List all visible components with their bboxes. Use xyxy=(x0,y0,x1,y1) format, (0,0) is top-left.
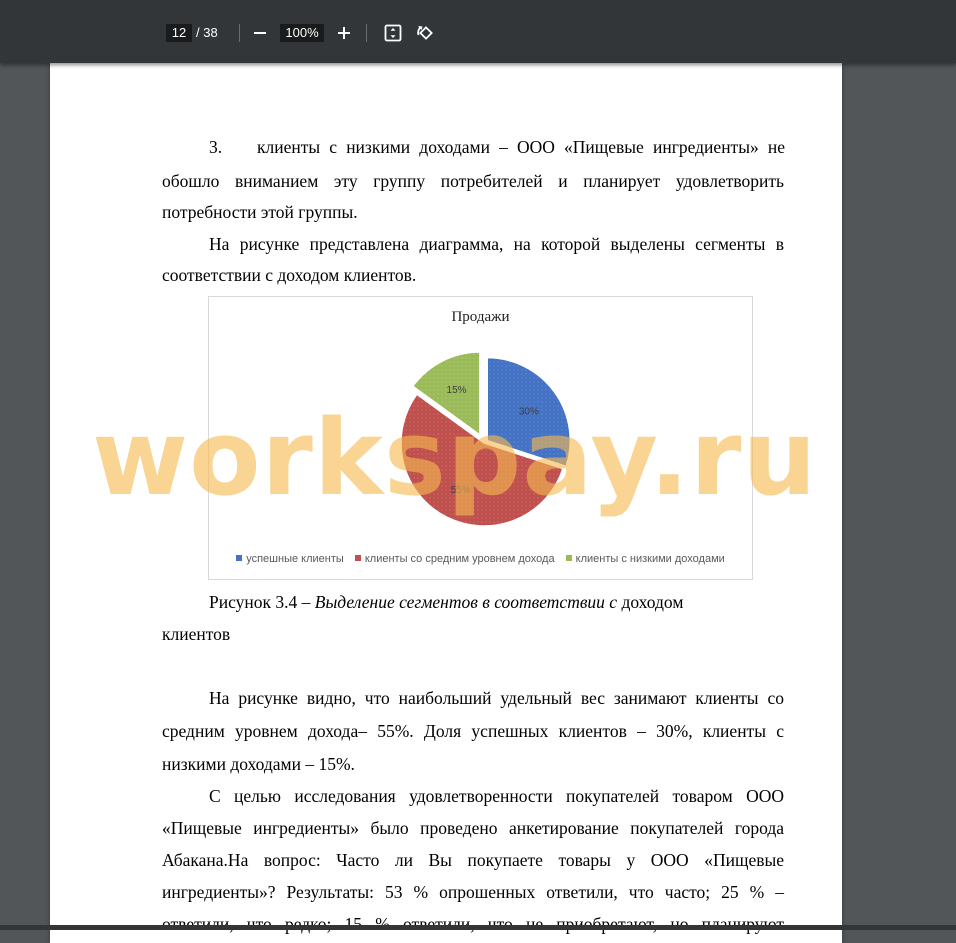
paragraph-line: На рисунке видно, что наибольший удельны… xyxy=(209,688,784,708)
rotate-icon[interactable] xyxy=(414,22,436,44)
pie-chart-svg: 30% 55% 15% xyxy=(400,351,571,527)
zoom-out-icon[interactable] xyxy=(249,22,271,44)
figure-caption-line: клиентов xyxy=(162,624,231,644)
caption-italic: Выделение сегментов в соответствии с xyxy=(314,592,618,612)
fit-to-page-icon[interactable] xyxy=(382,22,404,44)
paragraph-line: Абакана.На вопрос: Часто ли Вы покупаете… xyxy=(162,850,784,870)
caption-prefix: Рисунок 3.4 – xyxy=(209,592,315,612)
toolbar-divider xyxy=(366,24,367,42)
pie-data-label: 15% xyxy=(447,385,467,396)
bottom-bar xyxy=(0,925,956,930)
legend-swatch xyxy=(236,555,243,561)
pdf-page: 3. клиенты с низкими доходами – ООО «Пищ… xyxy=(50,63,842,943)
paragraph-line: клиенты с низкими доходами – ООО «Пищевы… xyxy=(257,137,785,157)
legend-label: успешные клиенты xyxy=(246,553,344,565)
pie-data-label: 30% xyxy=(519,406,539,417)
page-total: / 38 xyxy=(196,25,218,40)
caption-suffix: доходом xyxy=(617,592,684,612)
legend-label: клиенты со средним уровнем дохода xyxy=(364,553,555,565)
legend-swatch xyxy=(354,555,361,561)
paragraph-line: На рисунке представлена диаграмма, на ко… xyxy=(209,234,784,254)
paragraph-line: средним уровнем дохода– 55%. Доля успешн… xyxy=(162,721,784,741)
legend-item: клиенты со средним уровнем дохода xyxy=(354,553,555,565)
paragraph-line: низкими доходами – 15%. xyxy=(162,754,355,774)
figure-caption: Рисунок 3.4 – Выделение сегментов в соот… xyxy=(209,592,683,613)
toolbar-divider xyxy=(239,24,240,42)
chart-legend: успешные клиенты клиенты со средним уров… xyxy=(209,553,752,565)
paragraph-line: обошло вниманием эту группу потребителей… xyxy=(162,171,784,191)
pdf-toolbar: 12 / 38 100% xyxy=(0,0,956,63)
paragraph-line: соответствии с доходом клиентов. xyxy=(162,265,417,285)
paragraph-line: потребности этой группы. xyxy=(162,202,358,222)
legend-item: успешные клиенты xyxy=(236,553,344,565)
legend-swatch xyxy=(565,555,572,561)
paragraph-line: ингредиенты»? Результаты: 53 % опрошенны… xyxy=(162,882,784,902)
list-number: 3. xyxy=(209,137,223,157)
pie-data-label: 55% xyxy=(451,485,471,496)
legend-item: клиенты с низкими доходами xyxy=(565,553,725,565)
paragraph-line: С целью исследования удовлетворенности п… xyxy=(209,786,784,806)
paragraph-line: «Пищевые ингредиенты» было проведено анк… xyxy=(162,818,784,838)
zoom-in-icon[interactable] xyxy=(333,22,355,44)
legend-label: клиенты с низкими доходами xyxy=(575,553,725,565)
zoom-level-input[interactable]: 100% xyxy=(280,24,324,42)
page-number-input[interactable]: 12 xyxy=(166,24,192,42)
pie-chart: Продажи 30% 55% 15% успешные клиенты клиен… xyxy=(208,296,753,580)
